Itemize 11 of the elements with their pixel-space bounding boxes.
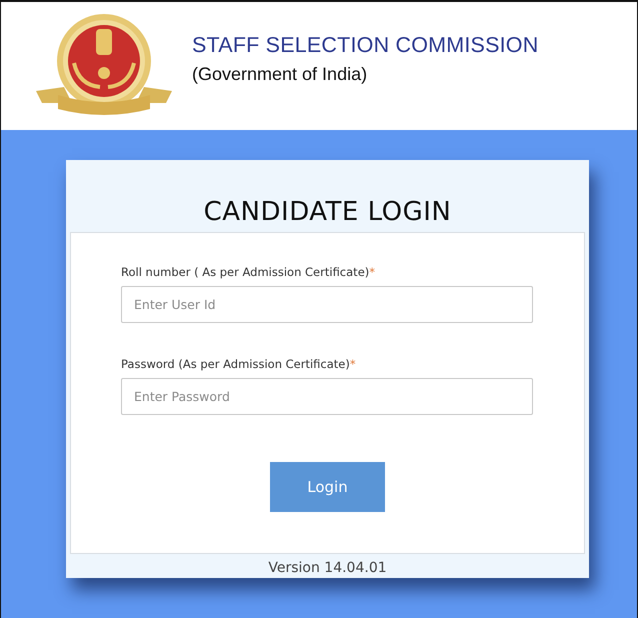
input-field[interactable]: Enter Password — [121, 378, 533, 415]
required-mark: * — [350, 357, 356, 371]
organization-name: STAFF SELECTION COMMISSION — [192, 33, 538, 58]
field-label: Roll number ( As per Admission Certificate) — [121, 265, 370, 279]
login-button[interactable]: Login — [270, 462, 385, 512]
login-title: CANDIDATE LOGIN — [204, 196, 452, 228]
field-label: Password (As per Admission Certificate) — [121, 357, 350, 371]
organization-subtitle: (Government of India) — [192, 64, 368, 85]
input-field[interactable]: Enter User Id — [121, 286, 533, 323]
required-mark: * — [369, 265, 375, 279]
version-text: Version 14.04.01 — [268, 560, 387, 576]
